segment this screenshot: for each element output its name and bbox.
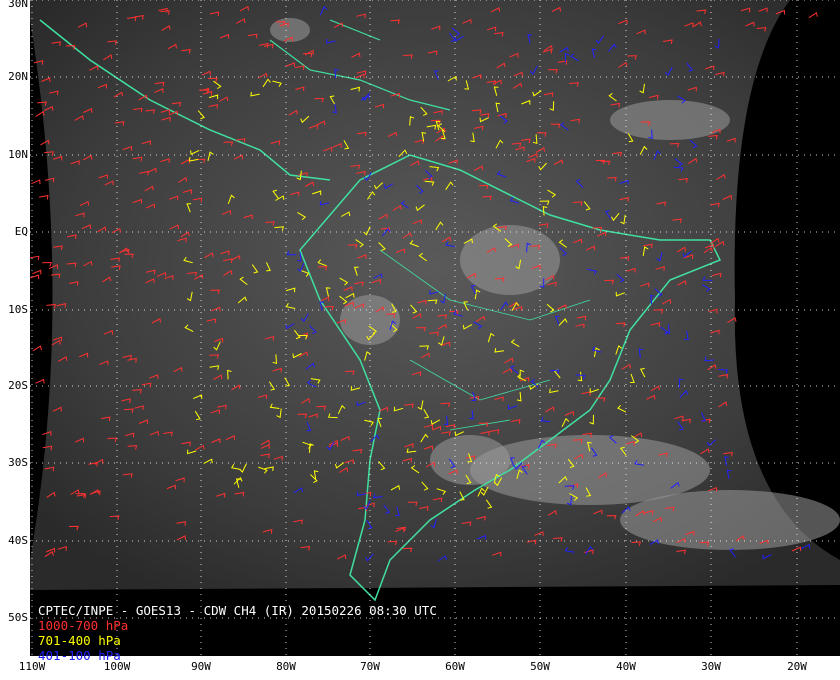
lat-label-50s: 50S (8, 611, 28, 624)
wind-map-svg (30, 0, 840, 656)
cloud-area (460, 225, 560, 295)
lat-label-eq: EQ (14, 225, 28, 238)
wind-barb (808, 11, 818, 19)
legend-high-level: 401-100 hPa (38, 648, 121, 663)
map-frame: 30N 20N 10N EQ 10S 20S 30S 40S 50S 110W … (0, 0, 840, 680)
lon-label-30w: 30W (701, 660, 721, 673)
lat-label-30n: 30N (8, 0, 28, 10)
legend-low-level: 1000-700 hPa (38, 618, 129, 633)
legend-mid-level: 701-400 hPa (38, 633, 121, 648)
caption-title: CPTEC/INPE - GOES13 - CDW CH4 (IR) 20150… (38, 603, 437, 618)
wind-barb (35, 378, 45, 384)
lat-label-20n: 20N (8, 70, 28, 83)
lon-label-50w: 50W (530, 660, 550, 673)
lat-label-10n: 10N (8, 148, 28, 161)
satellite-image (30, 0, 840, 656)
lon-label-20w: 20W (787, 660, 807, 673)
wind-barb (30, 274, 40, 280)
image-caption: CPTEC/INPE - GOES13 - CDW CH4 (IR) 20150… (38, 603, 437, 663)
wind-barb (32, 269, 42, 275)
wind-barb (31, 179, 41, 185)
wind-barb (32, 345, 42, 352)
lat-label-20s: 20S (8, 379, 28, 392)
lat-label-30s: 30S (8, 456, 28, 469)
lat-label-40s: 40S (8, 534, 28, 547)
wind-barb (30, 255, 40, 261)
wind-barb (42, 261, 52, 267)
lat-label-10s: 10S (8, 303, 28, 316)
wind-barb (39, 194, 49, 200)
lon-label-40w: 40W (616, 660, 636, 673)
lon-label-60w: 60W (445, 660, 465, 673)
cloud-area (620, 490, 840, 550)
